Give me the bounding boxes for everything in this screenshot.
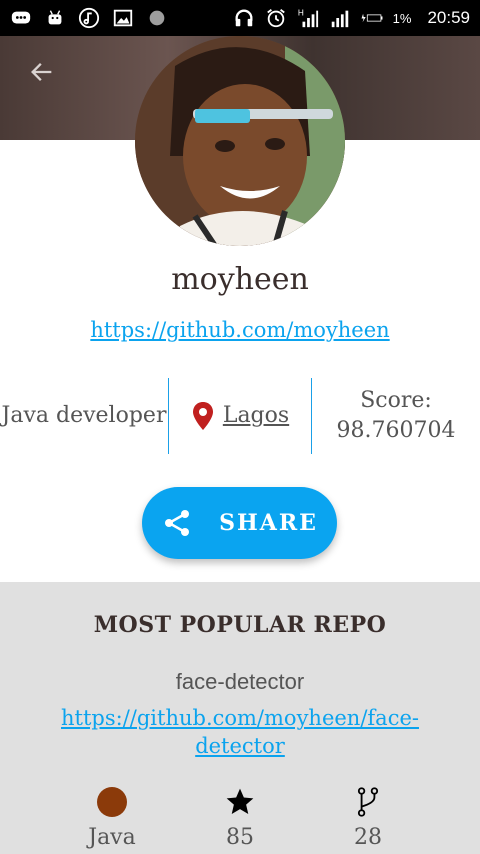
signal-h-icon: H <box>297 7 319 29</box>
forks-stat: 28 <box>308 785 428 850</box>
battery-percent: 1% <box>392 10 412 26</box>
android-icon <box>44 7 66 29</box>
score: Score: 98.760704 <box>312 378 480 454</box>
clock: 20:59 <box>427 8 470 27</box>
fork-icon <box>357 787 379 817</box>
battery-icon <box>361 7 383 29</box>
github-profile-link[interactable]: https://github.com/moyheen <box>0 318 480 342</box>
language-stat: Java <box>52 785 172 850</box>
popular-repo-section: MOST POPULAR REPO face-detector https://… <box>0 582 480 854</box>
repo-link[interactable]: https://github.com/moyheen/face-detector <box>50 704 430 760</box>
repo-name: face-detector <box>175 669 305 694</box>
location-link[interactable]: Lagos <box>223 401 289 431</box>
share-button[interactable]: SHARE <box>142 487 337 559</box>
score-value: 98.760704 <box>336 418 456 443</box>
dot-icon <box>146 7 168 29</box>
back-button[interactable] <box>22 52 62 92</box>
language-value: Java <box>88 825 136 850</box>
repo-stats: Java 85 28 <box>0 785 480 854</box>
image-icon <box>112 7 134 29</box>
arrow-left-icon <box>31 63 52 81</box>
score-label: Score: <box>360 388 432 413</box>
star-icon <box>226 788 254 814</box>
location-pin-icon <box>191 401 215 431</box>
avatar <box>135 36 345 246</box>
share-icon <box>161 507 193 539</box>
section-title: MOST POPULAR REPO <box>93 612 387 638</box>
headphones-icon <box>233 7 255 29</box>
music-icon <box>78 7 100 29</box>
info-row: Java developer Lagos Score: 98.760704 <box>0 378 480 454</box>
role: Java developer <box>1 403 167 428</box>
alarm-icon <box>265 7 287 29</box>
status-bar: H 1% 20:59 <box>0 0 480 36</box>
stars-stat: 85 <box>180 785 300 850</box>
stars-value: 85 <box>226 825 254 850</box>
username: moyheen <box>171 262 309 297</box>
message-icon <box>10 7 32 29</box>
forks-value: 28 <box>354 825 382 850</box>
language-color-icon <box>97 787 127 817</box>
signal-icon <box>329 7 351 29</box>
svg-text:H: H <box>298 8 304 17</box>
location: Lagos <box>168 378 312 454</box>
share-label: SHARE <box>219 510 318 536</box>
